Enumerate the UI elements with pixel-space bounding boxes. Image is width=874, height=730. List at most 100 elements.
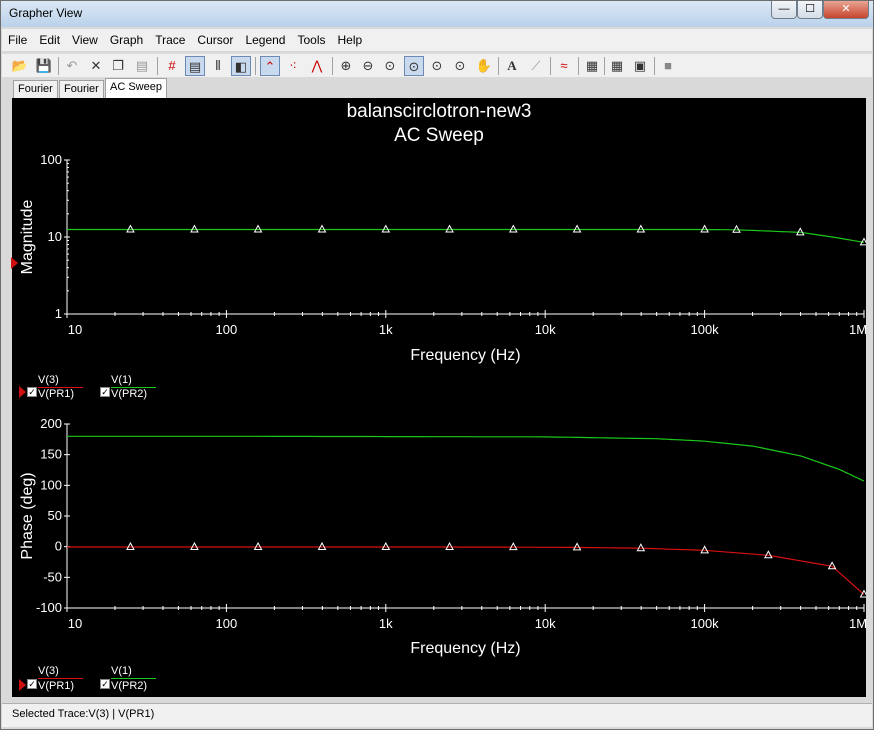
legend-bottom-vpr1: V(PR1) <box>38 680 75 692</box>
data-point-0-0-1 <box>126 224 135 233</box>
cursors-icon[interactable]: ⫴ <box>208 56 228 76</box>
copy-icon[interactable]: ❐ <box>108 56 128 76</box>
zoom-y-icon[interactable]: ⊙ <box>427 56 447 76</box>
menu-bar: File Edit View Graph Trace Cursor Legend Tools H… <box>2 29 872 51</box>
x-tick-label-0-3: 10k <box>535 322 556 337</box>
export-icon[interactable]: ▦ <box>582 56 602 76</box>
x-tick-label-0-0: 10 <box>68 322 82 337</box>
y-tick-label-0-1: 10 <box>48 229 62 244</box>
series-line-1-1 <box>67 546 865 595</box>
plot-area[interactable]: balanscirclotron-new3 AC Sweep 100 10 1 10 1… <box>11 98 866 697</box>
data-point-1-1-11 <box>764 550 773 559</box>
x-tick-label-0-2: 1k <box>379 322 393 337</box>
title-bar[interactable]: Grapher View — ☐ ✕ <box>1 1 873 27</box>
paste-icon[interactable]: ▤ <box>132 56 152 76</box>
zoom-in-icon[interactable]: ⊕ <box>336 56 356 76</box>
grid-icon[interactable]: # <box>162 56 182 76</box>
zoom-out-icon[interactable]: ⊖ <box>358 56 378 76</box>
x-tick-label-0-1: 100 <box>216 322 238 337</box>
menu-tools[interactable]: Tools <box>291 29 331 47</box>
menu-file[interactable]: File <box>2 29 33 47</box>
x-axis-label-0: Frequency (Hz) <box>410 347 520 364</box>
legend-bottom-v1: V(1) <box>111 665 132 677</box>
cut-icon[interactable]: ✕ <box>86 56 106 76</box>
save-icon[interactable]: 💾 <box>34 56 54 76</box>
y-tick-label-1-0: 200 <box>40 416 62 431</box>
menu-view[interactable]: View <box>66 29 104 47</box>
text-icon[interactable]: A <box>502 56 522 76</box>
toggle-legend-icon[interactable]: ▤ <box>185 56 205 76</box>
selected-graph-marker <box>11 257 18 269</box>
toolbar: 📂 💾 ↶ ✕ ❐ ▤ # ▤ ⫴ ◧ ⌃ ⁖ ⋀ ⊕ ⊖ ⊙ ⊙ ⊙ ⊙ ✋ … <box>2 53 872 77</box>
x-tick-label-1-3: 10k <box>535 616 556 631</box>
y-tick-label-1-1: 150 <box>40 447 62 462</box>
zoom-area-icon[interactable]: ⊙ <box>450 56 470 76</box>
y-tick-label-1-3: 50 <box>48 508 62 523</box>
data-point-0-0-6 <box>445 224 454 233</box>
x-tick-label-1-5: 1M <box>849 616 866 631</box>
line-icon[interactable]: ⟋ <box>526 56 546 76</box>
tab-fourier-1[interactable]: Fourier <box>13 80 58 98</box>
y-tick-label-0-2: 1 <box>55 306 62 321</box>
lines-only-icon[interactable]: ⋀ <box>307 56 327 76</box>
menu-edit[interactable]: Edit <box>33 29 66 47</box>
y-tick-label-1-5: -50 <box>43 569 62 584</box>
minimize-button[interactable]: — <box>771 1 797 19</box>
data-point-1-1-10 <box>700 545 709 554</box>
menu-legend[interactable]: Legend <box>239 29 291 47</box>
properties2-icon[interactable]: ▣ <box>630 56 650 76</box>
status-text: Selected Trace:V(3) | V(PR1) <box>12 708 155 720</box>
zoom-fit-icon[interactable]: ⊙ <box>380 56 400 76</box>
x-axis-label-1: Frequency (Hz) <box>410 640 520 657</box>
close-button[interactable]: ✕ <box>823 1 869 19</box>
x-tick-label-1-4: 100k <box>690 616 719 631</box>
properties-icon[interactable]: ▦ <box>607 56 627 76</box>
tab-fourier-2[interactable]: Fourier <box>59 80 104 98</box>
maximize-button[interactable]: ☐ <box>797 1 823 19</box>
menu-help[interactable]: Help <box>332 29 369 47</box>
x-tick-label-1-1: 100 <box>216 616 238 631</box>
data-point-1-1-4 <box>317 541 327 550</box>
data-point-1-1-9 <box>636 543 646 552</box>
data-point-0-0-4 <box>317 224 327 233</box>
data-point-0-0-9 <box>636 224 646 233</box>
legend-top-checkbox-green[interactable]: ✓ <box>100 387 110 397</box>
data-point-1-1-7 <box>508 542 518 551</box>
pan-icon[interactable]: ✋ <box>474 56 494 76</box>
y-tick-label-0-0: 100 <box>40 152 62 167</box>
menu-trace[interactable]: Trace <box>149 29 191 47</box>
legend-top-checkbox-red[interactable]: ✓ <box>27 387 37 397</box>
overlay-traces-icon[interactable]: ≈ <box>554 56 574 76</box>
data-point-1-1-5 <box>381 541 391 550</box>
legend-bottom-checkbox-green[interactable]: ✓ <box>100 679 110 689</box>
data-point-1-1-3 <box>253 541 263 550</box>
stop-icon[interactable]: ■ <box>658 56 678 76</box>
data-point-0-0-2 <box>190 224 199 233</box>
tab-ac-sweep[interactable]: AC Sweep <box>105 78 167 98</box>
undo-icon[interactable]: ↶ <box>62 56 82 76</box>
select-marks-icon[interactable]: ⁖ <box>283 56 303 76</box>
data-point-0-0-8 <box>572 224 582 233</box>
data-point-1-1-8 <box>572 542 582 551</box>
y-axis-label-0: Magnitude <box>19 200 36 275</box>
legend-selected-marker-top <box>19 386 26 398</box>
menu-cursor[interactable]: Cursor <box>191 29 239 47</box>
reverse-colors-icon[interactable]: ◧ <box>231 56 251 76</box>
data-point-0-0-5 <box>381 224 391 233</box>
y-tick-label-1-4: 0 <box>55 539 62 554</box>
open-icon[interactable]: 📂 <box>10 56 30 76</box>
x-tick-label-0-4: 100k <box>690 322 719 337</box>
zoom-x-icon[interactable]: ⊙ <box>404 56 424 76</box>
data-point-0-0-11 <box>732 224 741 233</box>
x-tick-label-0-5: 1M <box>849 322 866 337</box>
legend-top-vpr1: V(PR1) <box>38 388 75 400</box>
data-point-0-0-7 <box>508 224 518 233</box>
legend-top-v3: V(3) <box>38 374 59 386</box>
legend-bottom-checkbox-red[interactable]: ✓ <box>27 679 37 689</box>
legend-top-vpr2: V(PR2) <box>111 388 148 400</box>
show-select-marks-icon[interactable]: ⌃ <box>260 56 280 76</box>
menu-graph[interactable]: Graph <box>104 29 149 47</box>
legend-bottom-v3: V(3) <box>38 665 59 677</box>
y-axis-label-1: Phase (deg) <box>19 472 36 559</box>
legend-top-v1: V(1) <box>111 374 132 386</box>
